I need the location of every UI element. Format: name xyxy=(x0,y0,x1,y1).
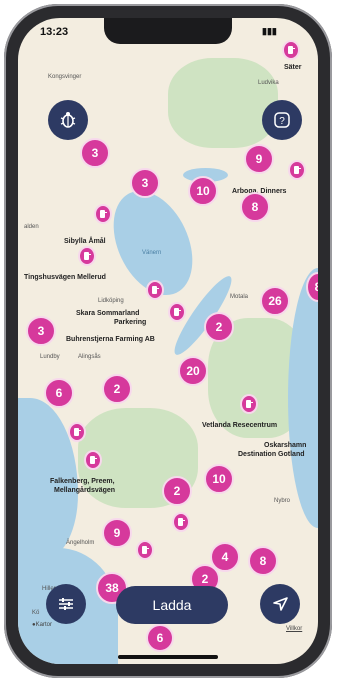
cluster-marker[interactable]: 10 xyxy=(188,176,218,206)
legal-link[interactable]: Villkor xyxy=(286,626,302,632)
place-falkenberg: Falkenberg, Preem, xyxy=(50,478,115,485)
charging-station-marker[interactable] xyxy=(282,40,300,60)
charging-station-marker[interactable] xyxy=(288,160,306,180)
place-sibylla: Sibylla Åmål xyxy=(64,238,106,245)
cluster-marker[interactable]: 8 xyxy=(248,546,278,576)
charge-button[interactable]: Ladda xyxy=(116,586,228,624)
place-parkering: Parkering xyxy=(114,319,147,326)
cluster-marker[interactable]: 6 xyxy=(146,624,174,652)
place-kongsvinger: Kongsvinger xyxy=(48,74,82,80)
phone-frame: 13:23 ▮▮▮ Säter Kongsvinger Ludvika Arbo… xyxy=(4,4,332,678)
place-motala: Motala xyxy=(230,294,249,300)
place-oskarshamn: Oskarshamn xyxy=(264,442,307,449)
charging-station-marker[interactable] xyxy=(240,394,258,414)
place-alingsas: Alingsås xyxy=(78,354,101,360)
status-time: 13:23 xyxy=(40,26,69,38)
place-lidkoping: Lidköping xyxy=(98,298,124,304)
charging-station-marker[interactable] xyxy=(146,280,164,300)
place-buhren: Buhrenstjerna Farming AB xyxy=(66,336,155,343)
filter-button[interactable] xyxy=(46,584,86,624)
camera-notch xyxy=(104,18,232,44)
charging-station-marker[interactable] xyxy=(84,450,102,470)
sliders-icon xyxy=(59,598,73,610)
charging-station-marker[interactable] xyxy=(136,540,154,560)
cluster-marker[interactable]: 3 xyxy=(80,138,110,168)
locate-me-button[interactable] xyxy=(260,584,300,624)
cluster-marker[interactable]: 2 xyxy=(102,374,132,404)
place-vetlanda: Vetlanda Resecentrum xyxy=(202,422,278,429)
bug-icon xyxy=(60,112,76,128)
question-icon: ? xyxy=(274,112,290,128)
place-ludvika: Ludvika xyxy=(258,80,279,86)
help-button[interactable]: ? xyxy=(262,100,302,140)
cluster-marker[interactable]: 6 xyxy=(44,378,74,408)
svg-text:?: ? xyxy=(279,116,285,127)
cluster-marker[interactable]: 10 xyxy=(204,464,234,494)
charging-station-marker[interactable] xyxy=(172,512,190,532)
place-kobenhavn: Kö xyxy=(32,610,40,616)
cluster-marker[interactable]: 2 xyxy=(204,312,234,342)
cluster-marker[interactable]: 3 xyxy=(130,168,160,198)
place-skara: Skara Sommarland xyxy=(76,310,140,317)
cluster-marker[interactable]: 9 xyxy=(102,518,132,548)
cluster-marker[interactable]: 20 xyxy=(178,356,208,386)
map-forest xyxy=(168,58,278,148)
cluster-marker[interactable]: 3 xyxy=(26,316,56,346)
location-arrow-icon xyxy=(273,597,288,611)
charging-station-marker[interactable] xyxy=(168,302,186,322)
cluster-marker[interactable]: 9 xyxy=(244,144,274,174)
place-halden: alden xyxy=(24,224,39,230)
maps-attribution: ●Kartor xyxy=(32,622,52,628)
place-lundby: Lundby xyxy=(40,354,60,360)
signal-icon: ▮▮▮ xyxy=(262,26,277,36)
bug-report-button[interactable] xyxy=(48,100,88,140)
cluster-marker[interactable]: 8 xyxy=(240,192,270,222)
place-mellangard: Mellangårdsvägen xyxy=(54,487,116,494)
place-angelholm: Ängelholm xyxy=(66,540,95,546)
charging-station-marker[interactable] xyxy=(68,422,86,442)
place-destination: Destination Gotland xyxy=(238,451,305,458)
charging-station-marker[interactable] xyxy=(94,204,112,224)
place-vanern: Vänern xyxy=(142,250,162,256)
charging-station-marker[interactable] xyxy=(78,246,96,266)
map-sea-east xyxy=(288,268,318,528)
home-indicator xyxy=(118,655,218,659)
cluster-marker[interactable]: 2 xyxy=(162,476,192,506)
place-nybro: Nybro xyxy=(274,498,291,504)
map-screen[interactable]: 13:23 ▮▮▮ Säter Kongsvinger Ludvika Arbo… xyxy=(18,18,318,664)
place-sater: Säter xyxy=(284,64,302,71)
place-tingshus: Tingshusvägen Mellerud xyxy=(24,274,106,281)
cluster-marker[interactable]: 26 xyxy=(260,286,290,316)
